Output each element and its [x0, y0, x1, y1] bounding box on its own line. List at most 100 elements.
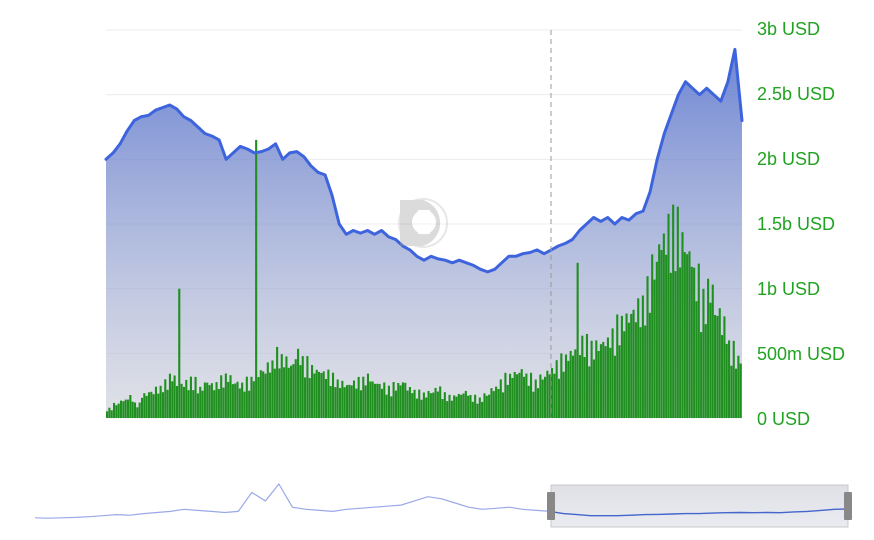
- navigator-selection[interactable]: [550, 484, 849, 528]
- volume-bar: [702, 288, 705, 418]
- volume-bar: [434, 387, 437, 418]
- volume-bar: [504, 372, 507, 418]
- volume-bar: [187, 390, 190, 418]
- volume-bar: [248, 390, 251, 418]
- navigator[interactable]: [34, 482, 852, 528]
- volume-bar: [350, 385, 353, 418]
- volume-bar: [683, 252, 686, 418]
- volume-bar: [667, 213, 670, 418]
- volume-bar: [485, 395, 488, 418]
- volume-bar: [737, 355, 740, 418]
- volume-bar: [646, 276, 649, 418]
- volume-bar: [525, 373, 528, 418]
- volume-bar: [292, 364, 295, 418]
- volume-bar: [613, 355, 616, 418]
- volume-bar: [236, 381, 239, 418]
- volume-bar: [168, 373, 171, 418]
- volume-bar: [196, 393, 199, 418]
- volume-bar: [420, 399, 423, 418]
- y-tick-label: 3b USD: [757, 19, 820, 39]
- volume-bar: [262, 371, 265, 418]
- volume-bar: [490, 388, 493, 418]
- volume-bar: [243, 391, 246, 418]
- volume-bar: [546, 370, 549, 418]
- volume-bar: [110, 410, 113, 418]
- volume-bar: [422, 392, 425, 418]
- navigator-left-handle[interactable]: [547, 492, 555, 520]
- volume-bar: [739, 363, 742, 418]
- volume-bar: [364, 385, 367, 418]
- volume-bar: [241, 382, 244, 418]
- volume-bar: [115, 405, 118, 418]
- y-tick-label: 1b USD: [757, 279, 820, 299]
- volume-bar: [457, 394, 460, 418]
- volume-bar: [732, 340, 735, 418]
- volume-bar: [439, 386, 442, 418]
- volume-bar: [446, 401, 449, 418]
- volume-bar: [714, 315, 717, 418]
- volume-bar: [255, 139, 258, 418]
- volume-bar: [259, 370, 262, 418]
- volume-bar: [606, 337, 609, 418]
- volume-bar: [194, 376, 197, 418]
- volume-bar: [119, 400, 123, 418]
- volume-bar: [602, 341, 605, 418]
- volume-bar: [536, 388, 540, 418]
- volume-bar: [520, 369, 523, 418]
- volume-bar: [252, 381, 255, 418]
- volume-bar: [278, 368, 281, 418]
- volume-bar: [238, 388, 241, 418]
- volume-bar: [294, 359, 297, 418]
- volume-bar: [534, 379, 537, 418]
- volume-bar: [464, 390, 467, 418]
- volume-bar: [159, 385, 162, 418]
- volume-bar: [126, 399, 130, 418]
- volume-bar: [154, 386, 158, 418]
- volume-bar: [588, 366, 591, 418]
- volume-bar: [171, 381, 174, 418]
- volume-bar: [735, 368, 738, 418]
- volume-bar: [175, 386, 178, 418]
- volume-bar: [669, 272, 672, 418]
- volume-bar: [406, 390, 409, 418]
- volume-bar: [213, 390, 216, 418]
- volume-bar: [371, 381, 374, 418]
- volume-bar: [150, 391, 153, 418]
- volume-bar: [569, 350, 572, 418]
- volume-bar: [530, 372, 533, 418]
- volume-bar: [676, 206, 679, 418]
- volume-bar: [632, 309, 635, 418]
- volume-bar: [637, 298, 640, 418]
- volume-bar: [539, 374, 542, 418]
- volume-bar: [313, 373, 316, 418]
- volume-bar: [315, 369, 318, 418]
- volume-bar: [343, 387, 346, 418]
- volume-bar: [723, 316, 726, 418]
- volume-bar: [387, 385, 390, 418]
- volume-bar: [583, 357, 586, 418]
- volume-bar: [399, 385, 402, 418]
- y-tick-label: 500m USD: [757, 344, 845, 364]
- volume-bar: [709, 302, 712, 418]
- volume-bar: [481, 401, 484, 418]
- volume-bar: [560, 353, 563, 418]
- volume-bar: [499, 379, 502, 418]
- volume-bar: [199, 386, 202, 418]
- volume-bar: [147, 392, 151, 418]
- volume-bar: [222, 387, 225, 418]
- navigator-right-handle[interactable]: [844, 492, 852, 520]
- volume-bar: [555, 360, 558, 418]
- volume-bar: [124, 399, 127, 418]
- volume-bar: [625, 313, 628, 418]
- volume-bar: [182, 386, 185, 418]
- volume-bar: [413, 389, 416, 418]
- volume-bar: [138, 402, 141, 418]
- volume-bar: [376, 383, 379, 418]
- volume-bar: [578, 355, 582, 418]
- volume-bar: [548, 374, 551, 418]
- volume-bar: [229, 375, 232, 418]
- volume-bar: [401, 382, 404, 418]
- volume-bar: [378, 383, 381, 418]
- volume-bar: [429, 393, 432, 418]
- volume-bar: [301, 356, 304, 418]
